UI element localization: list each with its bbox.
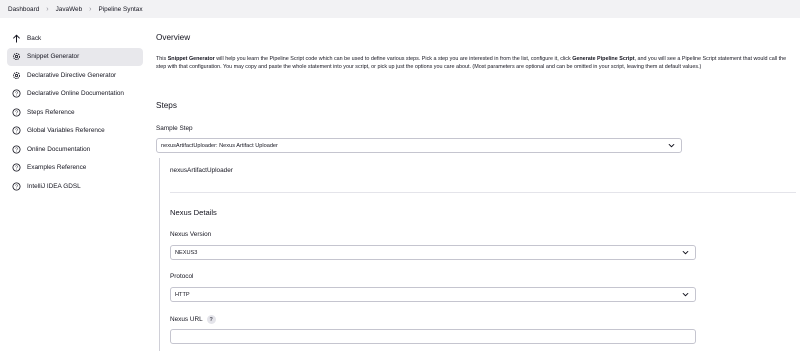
sidebar-item-declarative-online-documentation[interactable]: ? Declarative Online Documentation	[7, 85, 143, 104]
gear-icon	[12, 52, 21, 61]
breadcrumb: Dashboard › JavaWeb › Pipeline Syntax	[0, 0, 800, 18]
sidebar: Back Snippet Generator Declarative Direc…	[7, 29, 143, 196]
nexus-url-label: Nexus URL	[170, 316, 203, 324]
sidebar-item-online-documentation[interactable]: ? Online Documentation	[7, 140, 143, 159]
step-name: nexusArtifactUploader	[170, 167, 233, 174]
breadcrumb-pipeline-syntax[interactable]: Pipeline Syntax	[98, 6, 142, 13]
help-circle-icon: ?	[12, 108, 21, 117]
svg-text:?: ?	[15, 184, 18, 190]
sidebar-item-intellij-idea-gdsl[interactable]: ? IntelliJ IDEA GDSL	[7, 177, 143, 196]
help-icon[interactable]: ?	[206, 315, 216, 324]
svg-text:?: ?	[15, 110, 18, 116]
help-circle-icon: ?	[12, 163, 21, 172]
overview-bold-snippet-generator: Snippet Generator	[167, 56, 215, 62]
sample-step-value: nexusArtifactUploader: Nexus Artifact Up…	[161, 142, 278, 149]
sidebar-item-global-variables-reference[interactable]: ? Global Variables Reference	[7, 122, 143, 141]
help-circle-icon: ?	[12, 182, 21, 191]
sidebar-item-label: Declarative Directive Generator	[27, 71, 117, 79]
sample-step-label: Sample Step	[156, 125, 193, 132]
svg-text:?: ?	[15, 147, 18, 153]
overview-heading: Overview	[156, 33, 191, 42]
nested-section-border	[159, 158, 160, 351]
overview-text-part: will help you learn the Pipeline Script …	[214, 56, 573, 62]
overview-bold-generate-pipeline-script: Generate Pipeline Script	[572, 56, 635, 62]
sidebar-item-label: IntelliJ IDEA GDSL	[27, 182, 81, 190]
svg-text:?: ?	[15, 129, 18, 135]
section-divider	[170, 192, 796, 193]
protocol-select[interactable]: HTTP	[170, 287, 696, 302]
help-circle-icon: ?	[12, 89, 21, 98]
help-circle-icon: ?	[12, 145, 21, 154]
svg-text:?: ?	[15, 166, 18, 172]
sidebar-item-back[interactable]: Back	[7, 29, 143, 48]
sidebar-item-label: Online Documentation	[27, 145, 91, 153]
nexus-version-select[interactable]: NEXUS3	[170, 245, 696, 260]
chevron-right-icon: ›	[89, 5, 92, 13]
sidebar-item-label: Examples Reference	[27, 164, 87, 172]
chevron-down-icon	[682, 292, 689, 297]
nexus-version-label: Nexus Version	[170, 231, 212, 238]
chevron-down-icon	[668, 143, 675, 148]
protocol-label: Protocol	[170, 273, 194, 280]
nexus-url-label-row: Nexus URL?	[170, 315, 216, 324]
protocol-value: HTTP	[175, 291, 190, 298]
overview-text-part: This	[156, 56, 168, 62]
sample-step-select[interactable]: nexusArtifactUploader: Nexus Artifact Up…	[156, 138, 682, 153]
sidebar-item-label: Global Variables Reference	[27, 127, 105, 135]
nexus-version-value: NEXUS3	[175, 249, 198, 256]
arrow-up-icon	[12, 34, 21, 43]
sidebar-item-label: Steps Reference	[27, 108, 75, 116]
sidebar-item-label: Snippet Generator	[27, 53, 80, 61]
sidebar-item-snippet-generator[interactable]: Snippet Generator	[7, 47, 143, 66]
breadcrumb-javaweb[interactable]: JavaWeb	[56, 6, 83, 13]
overview-description: This Snippet Generator will help you lea…	[156, 55, 788, 71]
chevron-down-icon	[682, 250, 689, 255]
gear-icon	[12, 71, 21, 80]
svg-text:?: ?	[15, 92, 18, 98]
nexus-url-input[interactable]	[170, 329, 696, 344]
breadcrumb-dashboard[interactable]: Dashboard	[8, 6, 39, 13]
sidebar-item-label: Declarative Online Documentation	[27, 90, 124, 98]
help-circle-icon: ?	[12, 126, 21, 135]
sidebar-item-label: Back	[27, 34, 42, 42]
chevron-right-icon: ›	[46, 5, 49, 13]
sidebar-item-examples-reference[interactable]: ? Examples Reference	[7, 159, 143, 178]
steps-heading: Steps	[156, 101, 177, 110]
sidebar-item-steps-reference[interactable]: ? Steps Reference	[7, 103, 143, 122]
sidebar-item-declarative-directive-generator[interactable]: Declarative Directive Generator	[7, 66, 143, 85]
nexus-details-heading: Nexus Details	[170, 208, 217, 217]
